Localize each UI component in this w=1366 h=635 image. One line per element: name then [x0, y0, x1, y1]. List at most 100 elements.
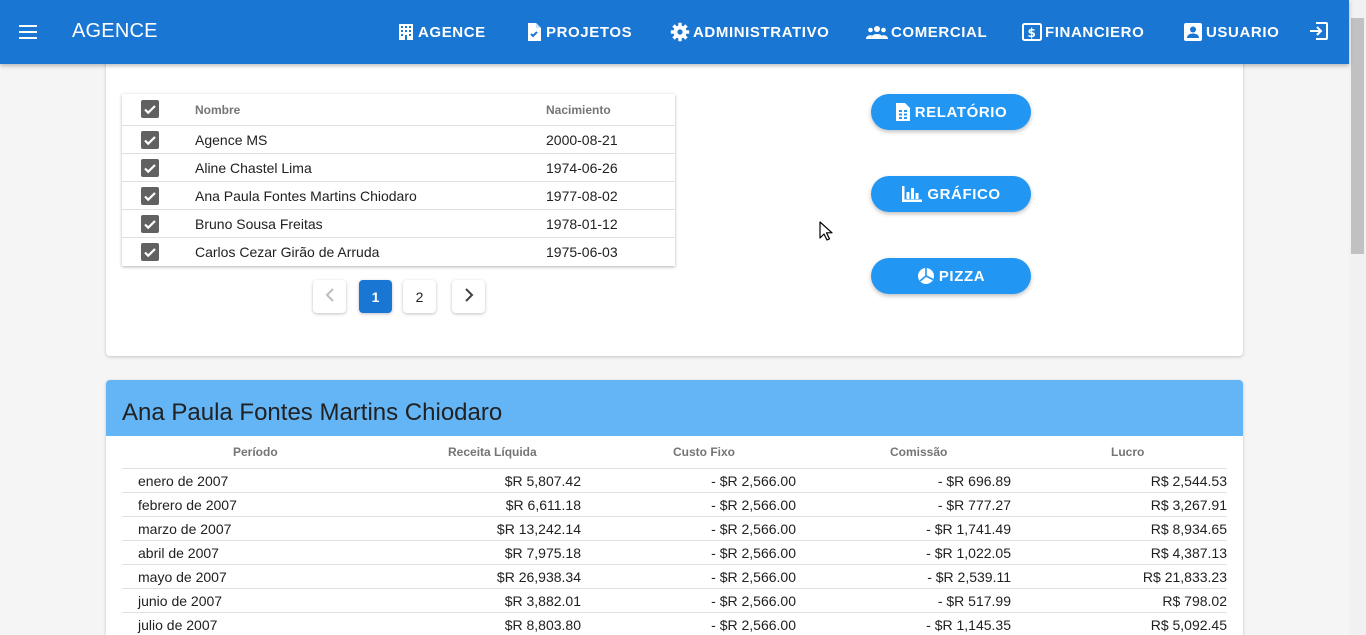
fixed-cost-cell: - $R 2,566.00 [711, 569, 796, 585]
nav-administrativo-label: ADMINISTRATIVO [693, 23, 830, 41]
table-row: abril de 2007 $R 7,975.18 - $R 2,566.00 … [122, 541, 1227, 565]
fixed-cost-cell: - $R 2,566.00 [711, 617, 796, 633]
report-button-label: RELATÓRIO [914, 103, 1008, 121]
consultant-selection-card: Nombre Nacimiento Agence MS 2000-08-21 A… [106, 60, 1243, 356]
commission-cell: - $R 777.27 [937, 497, 1011, 513]
pagination-page-1[interactable]: 1 [359, 280, 392, 313]
table-row[interactable]: Bruno Sousa Freitas 1978-01-12 [122, 210, 675, 238]
commission-cell: - $R 2,539.11 [927, 569, 1011, 585]
net-revenue-cell: $R 7,975.18 [504, 545, 581, 561]
chart-button[interactable]: GRÁFICO [871, 176, 1031, 212]
money-icon: $ [1022, 23, 1042, 41]
column-header-commission[interactable]: Comissão [890, 445, 947, 459]
profit-cell: R$ 798.02 [1162, 593, 1227, 609]
table-row: junio de 2007 $R 3,882.01 - $R 2,566.00 … [122, 589, 1227, 613]
row-checkbox[interactable] [141, 187, 159, 205]
commission-cell: - $R 696.89 [937, 473, 1011, 489]
net-revenue-cell: $R 5,807.42 [504, 473, 581, 489]
column-header-profit[interactable]: Lucro [1111, 445, 1144, 459]
period-cell: mayo de 2007 [138, 569, 227, 585]
nav-administrativo[interactable]: ADMINISTRATIVO [670, 20, 829, 44]
nav-projetos[interactable]: PROJETOS [525, 20, 632, 44]
period-cell: enero de 2007 [138, 473, 229, 489]
consultant-name: Aline Chastel Lima [195, 160, 312, 176]
period-cell: junio de 2007 [138, 593, 223, 609]
consultant-birthdate: 1977-08-02 [546, 188, 618, 204]
pagination-prev-button[interactable] [313, 280, 346, 313]
nav-agence-label: AGENCE [418, 23, 486, 41]
profit-cell: R$ 21,833.23 [1142, 569, 1227, 585]
table-header-row: Nombre Nacimiento [122, 94, 675, 126]
column-header-period[interactable]: Período [233, 445, 278, 459]
consultant-birthdate: 2000-08-21 [546, 132, 618, 148]
report-header-row: Período Receita Líquida Custo Fixo Comis… [122, 436, 1227, 469]
nav-financiero[interactable]: $ FINANCIERO [1022, 20, 1144, 44]
net-revenue-cell: $R 6,611.18 [505, 497, 581, 513]
consultant-report-card: Ana Paula Fontes Martins Chiodaro Períod… [106, 380, 1243, 635]
consultant-name: Carlos Cezar Girão de Arruda [195, 244, 380, 260]
consultant-name: Agence MS [195, 132, 268, 148]
period-cell: abril de 2007 [138, 545, 219, 561]
consultants-table: Nombre Nacimiento Agence MS 2000-08-21 A… [122, 94, 675, 266]
fixed-cost-cell: - $R 2,566.00 [711, 521, 796, 537]
table-row[interactable]: Agence MS 2000-08-21 [122, 126, 675, 154]
svg-text:$: $ [1028, 26, 1037, 40]
table-row[interactable]: Ana Paula Fontes Martins Chiodaro 1977-0… [122, 182, 675, 210]
chart-button-label: GRÁFICO [927, 185, 1001, 203]
report-table: Período Receita Líquida Custo Fixo Comis… [122, 436, 1227, 635]
consultant-name: Bruno Sousa Freitas [195, 216, 323, 232]
nav-comercial-label: COMERCIAL [891, 23, 988, 41]
app-bar: AGENCE AGENCE PROJETOS ADMINISTRATIVO CO… [0, 0, 1349, 64]
column-header-name[interactable]: Nombre [195, 103, 240, 117]
period-cell: marzo de 2007 [138, 521, 232, 537]
nav-agence[interactable]: AGENCE [397, 20, 486, 44]
select-all-checkbox[interactable] [141, 100, 159, 118]
pagination-next-button[interactable] [452, 280, 485, 313]
building-icon [397, 23, 415, 41]
column-header-net-revenue[interactable]: Receita Líquida [448, 445, 537, 459]
people-icon [866, 24, 888, 40]
consultant-name: Ana Paula Fontes Martins Chiodaro [195, 188, 417, 204]
net-revenue-cell: $R 26,938.34 [496, 569, 581, 585]
row-checkbox[interactable] [141, 131, 159, 149]
commission-cell: - $R 1,022.05 [926, 545, 1011, 561]
table-row[interactable]: Aline Chastel Lima 1974-06-26 [122, 154, 675, 182]
row-checkbox[interactable] [141, 159, 159, 177]
fixed-cost-cell: - $R 2,566.00 [711, 497, 796, 513]
report-button[interactable]: RELATÓRIO [871, 94, 1031, 130]
nav-usuario[interactable]: USUARIO [1183, 20, 1279, 44]
row-checkbox[interactable] [141, 215, 159, 233]
chevron-left-icon [324, 287, 336, 306]
consultant-birthdate: 1974-06-26 [546, 160, 618, 176]
profit-cell: R$ 3,267.91 [1150, 497, 1227, 513]
app-title: AGENCE [72, 20, 158, 42]
pie-button[interactable]: PIZZA [871, 258, 1031, 294]
menu-icon[interactable] [14, 18, 42, 46]
net-revenue-cell: $R 13,242.14 [496, 521, 581, 537]
profit-cell: R$ 2,544.53 [1150, 473, 1227, 489]
pie-chart-icon [917, 267, 935, 285]
nav-comercial[interactable]: COMERCIAL [866, 20, 987, 44]
consultant-birthdate: 1978-01-12 [546, 216, 618, 232]
table-row: mayo de 2007 $R 26,938.34 - $R 2,566.00 … [122, 565, 1227, 589]
page-scrollbar[interactable] [1349, 0, 1366, 635]
account-box-icon [1183, 22, 1203, 42]
row-checkbox[interactable] [141, 243, 159, 261]
scrollbar-thumb[interactable] [1351, 18, 1364, 254]
column-header-birth[interactable]: Nacimiento [546, 103, 611, 117]
column-header-fixed-cost[interactable]: Custo Fixo [673, 445, 735, 459]
table-row: julio de 2007 $R 8,803.80 - $R 2,566.00 … [122, 613, 1227, 635]
chevron-right-icon [463, 287, 475, 306]
nav-projetos-label: PROJETOS [546, 23, 633, 41]
fixed-cost-cell: - $R 2,566.00 [711, 593, 796, 609]
report-header: Ana Paula Fontes Martins Chiodaro [106, 380, 1243, 436]
document-check-icon [525, 22, 543, 42]
pagination-page-2[interactable]: 2 [403, 280, 436, 313]
table-row[interactable]: Carlos Cezar Girão de Arruda 1975-06-03 [122, 238, 675, 266]
report-icon [895, 102, 911, 122]
table-row: enero de 2007 $R 5,807.42 - $R 2,566.00 … [122, 469, 1227, 493]
logout-icon[interactable] [1308, 20, 1332, 44]
period-cell: julio de 2007 [138, 617, 218, 633]
fixed-cost-cell: - $R 2,566.00 [711, 473, 796, 489]
nav-usuario-label: USUARIO [1206, 23, 1280, 41]
